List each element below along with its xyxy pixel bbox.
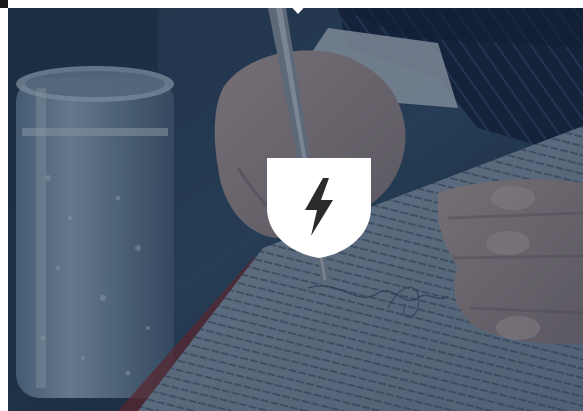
shield-icon	[267, 158, 371, 258]
hero-frame	[0, 0, 583, 411]
corner-mark	[0, 0, 8, 8]
down-pointer-notch-icon	[285, 0, 311, 14]
